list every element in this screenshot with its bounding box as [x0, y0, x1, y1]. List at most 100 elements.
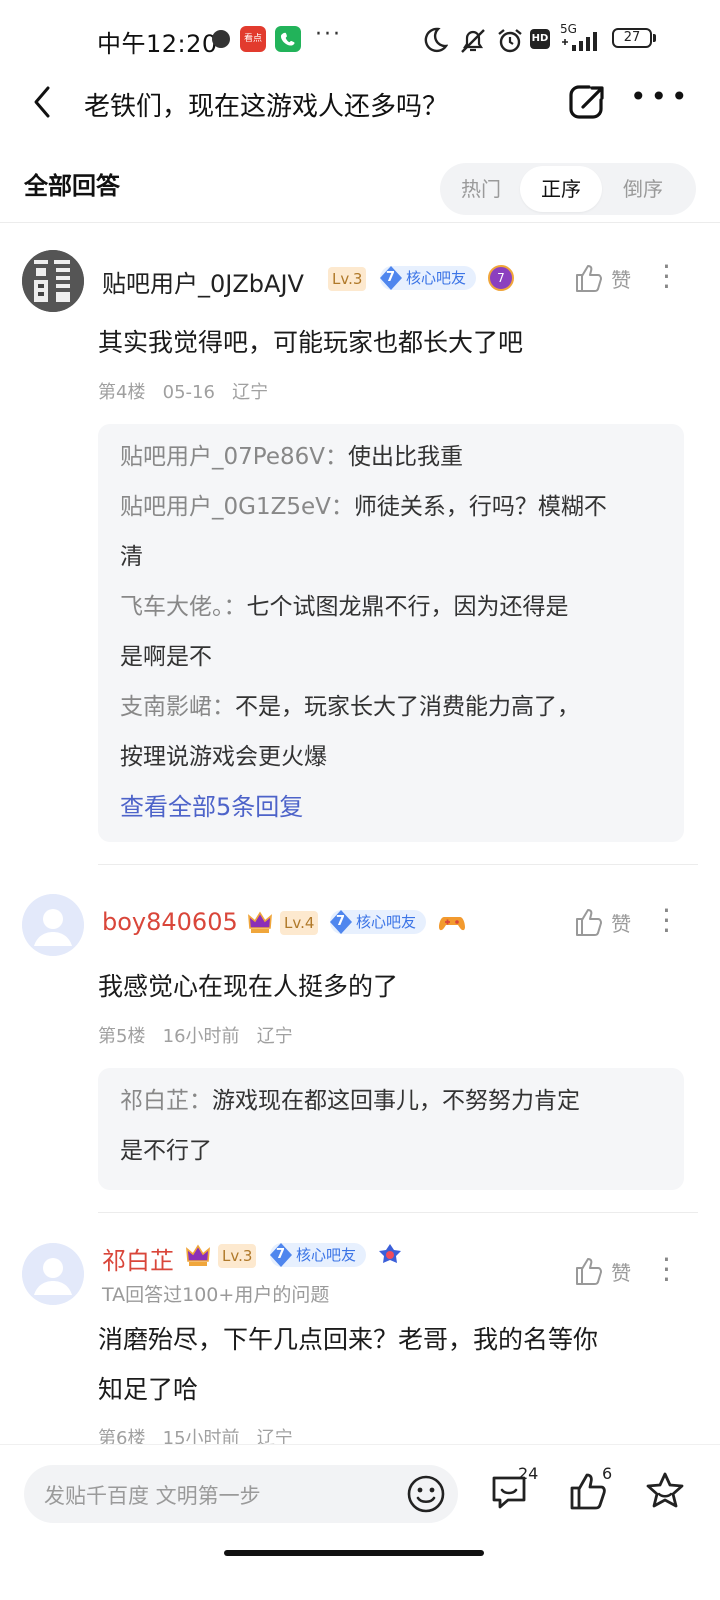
sort-option-desc[interactable]: 倒序: [602, 163, 684, 215]
moon-icon: [424, 27, 449, 57]
alarm-icon: [496, 27, 524, 59]
sort-option-asc[interactable]: 正序: [520, 166, 602, 212]
reply-text-cont: 是不行了: [120, 1138, 212, 1164]
post-content-line: 消磨殆尽，下午几点回来？老哥，我的名等你: [98, 1325, 599, 1354]
reply-preview[interactable]: 祁白芷：游戏现在都这回事儿，不努努力肯定 是不行了: [98, 1068, 684, 1190]
view-all-replies-link[interactable]: 查看全部5条回复: [98, 782, 684, 832]
post-content-line: 知足了哈: [98, 1375, 199, 1404]
username[interactable]: boy840605: [102, 908, 238, 936]
bottom-like-button[interactable]: 6: [568, 1464, 612, 1516]
crown-badge-icon: [184, 1241, 212, 1273]
reply-user[interactable]: 飞车大佬。：: [120, 594, 247, 620]
default-avatar-icon: [22, 894, 84, 956]
core-badge-num: 7: [276, 1247, 286, 1262]
like-label: 赞: [611, 911, 632, 936]
post-divider: [98, 1212, 698, 1213]
comment-input[interactable]: 发贴千百度 文明第一步: [24, 1465, 458, 1523]
page-title: 老铁们，现在这游戏人还多吗？: [84, 92, 449, 122]
core-badge-label: 核心吧友: [356, 913, 417, 931]
default-avatar-icon: [22, 1243, 84, 1305]
level-badge: Lv.4: [280, 911, 319, 935]
vertical-more-icon: · · ·: [662, 250, 671, 303]
reply-item: 贴吧用户_0G1Z5eV：师徒关系，行吗？模糊不: [98, 482, 684, 532]
more-icon: •••: [630, 80, 692, 113]
more-notifications-icon: ···: [315, 22, 342, 47]
comments-button[interactable]: 24: [488, 1464, 538, 1516]
username[interactable]: 祁白芷: [102, 1241, 174, 1276]
core-member-badge: 7 核心吧友: [380, 266, 477, 290]
reply-user[interactable]: 祁白芷：: [120, 1088, 212, 1114]
chevron-left-icon: [34, 86, 50, 118]
more-options-button[interactable]: •••: [630, 80, 692, 113]
reply-user[interactable]: 支南影峮：: [120, 694, 235, 720]
vertical-more-icon: · · ·: [662, 1243, 671, 1296]
level-badge: Lv.3: [328, 267, 367, 291]
reply-text-cont: 清: [120, 544, 143, 570]
reply-user[interactable]: 贴吧用户_07Pe86V：: [120, 444, 348, 470]
share-button[interactable]: [567, 82, 607, 126]
core-badge-num: 7: [386, 270, 396, 285]
sort-option-hot[interactable]: 热门: [440, 163, 522, 215]
sort-segmented-control: 热门 正序 倒序: [440, 163, 696, 215]
post-content: 消磨殆尽，下午几点回来？老哥，我的名等你 知足了哈: [98, 1315, 698, 1415]
floor-label: 第5楼: [98, 1026, 146, 1047]
post-more-button[interactable]: · · ·: [662, 894, 671, 947]
thumbs-up-icon: [576, 909, 602, 936]
smiley-icon: [407, 1475, 445, 1513]
battery-tip: [653, 34, 656, 42]
post-location: 辽宁: [232, 382, 269, 403]
core-badge-label: 核心吧友: [406, 269, 467, 287]
post-divider: [98, 864, 698, 865]
core-badge-label: 核心吧友: [296, 1246, 357, 1264]
thumbs-up-icon: [576, 1258, 602, 1285]
favorite-button[interactable]: [643, 1470, 687, 1516]
floor-label: 第4楼: [98, 382, 146, 403]
reply-item: 祁白芷：游戏现在都这回事儿，不努努力肯定: [98, 1076, 684, 1126]
core-member-badge: 7 核心吧友: [330, 910, 427, 934]
app-badge-icon: 看点: [240, 26, 266, 52]
comment-input-placeholder: 发贴千百度 文明第一步: [44, 1484, 261, 1508]
like-button[interactable]: 赞: [574, 1255, 631, 1287]
battery-icon: 27: [612, 28, 652, 48]
username[interactable]: 贴吧用户_0JZbAJV: [102, 264, 304, 299]
divider: [0, 222, 720, 223]
post-more-button[interactable]: · · ·: [662, 1243, 671, 1296]
post-more-button[interactable]: · · ·: [662, 250, 671, 303]
like-label: 赞: [611, 1260, 632, 1285]
like-count: 6: [602, 1464, 613, 1483]
user-subtitle: TA回答过100+用户的问题: [102, 1284, 330, 1306]
reply-preview[interactable]: 贴吧用户_07Pe86V：使出比我重 贴吧用户_0G1Z5eV：师徒关系，行吗？…: [98, 424, 684, 842]
rank-badge-icon: [376, 1241, 404, 1273]
star-icon: [646, 1472, 684, 1508]
avatar[interactable]: [22, 1243, 84, 1305]
home-indicator: [224, 1550, 484, 1556]
back-button[interactable]: [28, 84, 60, 120]
reply-item: 支南影峮：不是，玩家长大了消费能力高了，: [98, 682, 684, 732]
core-badge-num: 7: [336, 914, 346, 929]
dot-icon: [212, 30, 230, 48]
section-title: 全部回答: [24, 172, 120, 200]
reply-item: 贴吧用户_07Pe86V：使出比我重: [98, 432, 684, 482]
like-label: 赞: [611, 267, 632, 292]
like-button[interactable]: 赞: [574, 262, 631, 294]
post-meta: 第4楼 05-16 辽宁: [98, 378, 268, 404]
vertical-more-icon: · · ·: [662, 894, 671, 947]
avatar[interactable]: [22, 894, 84, 956]
post-location: 辽宁: [256, 1026, 293, 1047]
status-time: 中午12:20: [97, 30, 218, 58]
level-badge: Lv.3: [218, 1244, 257, 1268]
phone-app-icon: [275, 26, 301, 52]
post-content: 其实我觉得吧，可能玩家也都长大了吧: [98, 328, 524, 357]
emoji-button[interactable]: [406, 1474, 446, 1518]
crown-badge-icon: [246, 908, 274, 940]
like-button[interactable]: 赞: [574, 906, 631, 938]
reply-text: 师徒关系，行吗？模糊不: [353, 494, 607, 520]
fan-badge-icon: 7: [488, 265, 514, 291]
post-date: 05-16: [162, 382, 215, 403]
gamepad-badge-icon: [438, 908, 466, 940]
reply-text: 七个试图龙鼎不行，因为还得是: [246, 594, 569, 620]
post-meta: 第5楼 16小时前 辽宁: [98, 1022, 293, 1048]
reply-text: 游戏现在都这回事儿，不努努力肯定: [212, 1088, 580, 1114]
reply-user[interactable]: 贴吧用户_0G1Z5eV：: [120, 494, 354, 520]
avatar[interactable]: [22, 250, 84, 312]
